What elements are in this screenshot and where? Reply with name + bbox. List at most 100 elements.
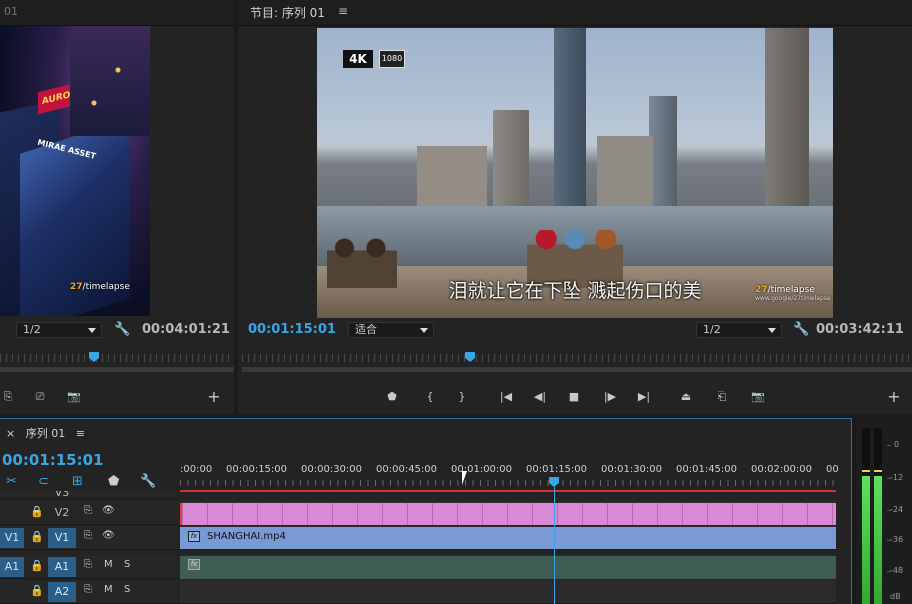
add-marker-icon[interactable]: ⊞	[72, 474, 83, 489]
track-name[interactable]: V2	[48, 503, 76, 523]
step-forward-icon[interactable]: |▶	[602, 390, 618, 404]
wrench-icon[interactable]: 🔧	[793, 323, 809, 337]
snap-icon[interactable]: ✂	[6, 474, 17, 489]
add-button-icon[interactable]: +	[886, 389, 902, 405]
mouse-cursor	[462, 471, 467, 485]
lane-a1: fx	[180, 555, 836, 579]
ruler-label: :00:00	[180, 464, 213, 475]
marker-icon[interactable]: ⬟	[108, 474, 119, 489]
sync-lock-icon[interactable]: ⎘	[84, 584, 92, 595]
mark-out-icon[interactable]: }	[454, 390, 470, 404]
lift-icon[interactable]: ⏏	[678, 390, 694, 404]
sync-lock-icon[interactable]: ⎘	[84, 530, 92, 541]
ruler-label: 00:01:15:00	[526, 464, 588, 475]
program-resolution-select[interactable]: 1/2	[696, 322, 782, 338]
sync-lock-icon[interactable]: ⎘	[84, 559, 92, 570]
timeline-panel: × 序列 01 ≡ 00:01:15:01 ✂ ⊂ ⊞ ⬟ 🔧 :00:00 00…	[0, 418, 852, 604]
solo-button[interactable]: S	[124, 584, 130, 595]
timeline-playhead-line	[554, 487, 555, 604]
1080-badge: 1080	[379, 50, 405, 68]
building	[597, 136, 653, 206]
camera-icon[interactable]: 📷	[750, 390, 766, 404]
meter-label: 0	[894, 440, 900, 449]
tower	[554, 28, 586, 206]
panel-menu-icon[interactable]: ≡	[338, 4, 348, 18]
source-tab-label[interactable]: 01	[4, 5, 18, 18]
track-header-a2: 🔒 A2 ⎘ M S	[0, 580, 178, 604]
program-transport-bar: ⬟ { } |◀ ◀| ■ |▶ ▶| ⏏ ⎗ 📷 +	[238, 382, 912, 412]
meter-label: -48	[890, 566, 904, 575]
track-name[interactable]: A2	[48, 582, 76, 602]
go-to-out-icon[interactable]: ▶|	[636, 390, 652, 404]
close-icon[interactable]: ×	[6, 427, 15, 440]
source-transport-bar: ⎘ ⎚ 📷 +	[0, 382, 234, 412]
source-scrub-bar[interactable]	[0, 350, 234, 372]
chevron-down-icon	[420, 328, 428, 333]
mark-in-icon[interactable]: {	[422, 390, 438, 404]
solo-button[interactable]: S	[124, 559, 130, 570]
program-duration-timecode: 00:03:42:11	[816, 322, 904, 337]
linked-selection-icon[interactable]: ⊂	[38, 474, 49, 489]
wrench-icon[interactable]: 🔧	[140, 474, 156, 489]
meter-label: -36	[890, 535, 904, 544]
source-monitor-header: 01	[0, 0, 234, 26]
stop-icon[interactable]: ■	[566, 390, 582, 404]
program-monitor-title[interactable]: 节目: 序列 01	[250, 4, 325, 21]
lock-icon[interactable]: 🔒	[30, 559, 44, 572]
building	[765, 28, 809, 206]
track-header-v1: V1 🔒 V1 ⎘ 👁	[0, 526, 178, 550]
sync-lock-icon[interactable]: ⎘	[84, 505, 92, 516]
clip-a1[interactable]: fx	[180, 556, 836, 579]
track-name[interactable]: V1	[48, 528, 76, 548]
lock-icon[interactable]: 🔒	[30, 584, 44, 597]
chevron-down-icon	[768, 328, 776, 333]
timeline-tab[interactable]: × 序列 01 ≡	[6, 425, 85, 441]
go-to-in-icon[interactable]: |◀	[498, 390, 514, 404]
meter-level-left	[862, 475, 870, 604]
source-watermark: 27/timelapse	[70, 282, 130, 292]
ruler-label: 00:01:00:00	[451, 464, 513, 475]
mute-button[interactable]: M	[104, 559, 113, 570]
wrench-icon[interactable]: 🔧	[114, 323, 130, 337]
camera-icon[interactable]: 📷	[66, 390, 82, 404]
timeline-ruler[interactable]: :00:00 00:00:15:00 00:00:30:00 00:00:45:00 0…	[180, 459, 839, 489]
peak-indicator	[862, 470, 870, 472]
source-monitor-panel: 01 AURORA MIRAE ASSET 27/timelapse 1/2 🔧…	[0, 0, 234, 414]
overwrite-icon[interactable]: ⎚	[32, 390, 48, 404]
track-name[interactable]: V3	[48, 491, 76, 498]
lock-icon[interactable]: 🔒	[30, 505, 44, 518]
lock-icon[interactable]: 🔒	[30, 530, 44, 543]
track-name[interactable]: A1	[48, 557, 76, 577]
add-button-icon[interactable]: +	[206, 389, 222, 405]
source-resolution-select[interactable]: 1/2	[16, 322, 102, 338]
insert-icon[interactable]: ⎘	[0, 390, 16, 404]
source-patch-a1[interactable]: A1	[0, 557, 24, 577]
meter-label: dB	[890, 592, 901, 601]
program-scrub-bar[interactable]	[242, 350, 912, 372]
timeline-current-timecode[interactable]: 00:01:15:01	[2, 451, 104, 469]
source-duration-timecode: 00:04:01:21	[142, 322, 230, 337]
eye-icon[interactable]: 👁	[102, 505, 115, 516]
extract-icon[interactable]: ⎗	[714, 390, 730, 404]
chevron-down-icon	[88, 328, 96, 333]
clip-name: SHANGHAI.mp4	[207, 531, 286, 542]
panel-menu-icon[interactable]: ≡	[76, 427, 85, 440]
work-area-bar[interactable]	[180, 490, 836, 492]
program-monitor-panel: 节目: 序列 01 ≡ 4K 1080 泪就让它在下坠 溅起伤口的美 27/ti…	[238, 0, 912, 414]
ruler-label: 00:01:45:00	[676, 464, 738, 475]
meter-label: -24	[890, 505, 904, 514]
meter-label: -12	[890, 473, 904, 482]
clip-v2[interactable]	[180, 503, 836, 525]
timeline-tab-label[interactable]: 序列 01	[26, 427, 66, 440]
marker-icon[interactable]: ⬟	[384, 390, 400, 404]
source-patch-v1[interactable]: V1	[0, 528, 24, 548]
fx-badge: fx	[188, 559, 200, 570]
step-back-icon[interactable]: ◀|	[532, 390, 548, 404]
clip-v1[interactable]: fx SHANGHAI.mp4	[180, 527, 836, 549]
program-fit-select[interactable]: 适合	[348, 322, 434, 338]
program-current-timecode[interactable]: 00:01:15:01	[248, 322, 336, 337]
meter-level-right	[874, 475, 882, 604]
premiere-workspace: 01 AURORA MIRAE ASSET 27/timelapse 1/2 🔧…	[0, 0, 912, 604]
eye-icon[interactable]: 👁	[102, 530, 115, 541]
mute-button[interactable]: M	[104, 584, 113, 595]
